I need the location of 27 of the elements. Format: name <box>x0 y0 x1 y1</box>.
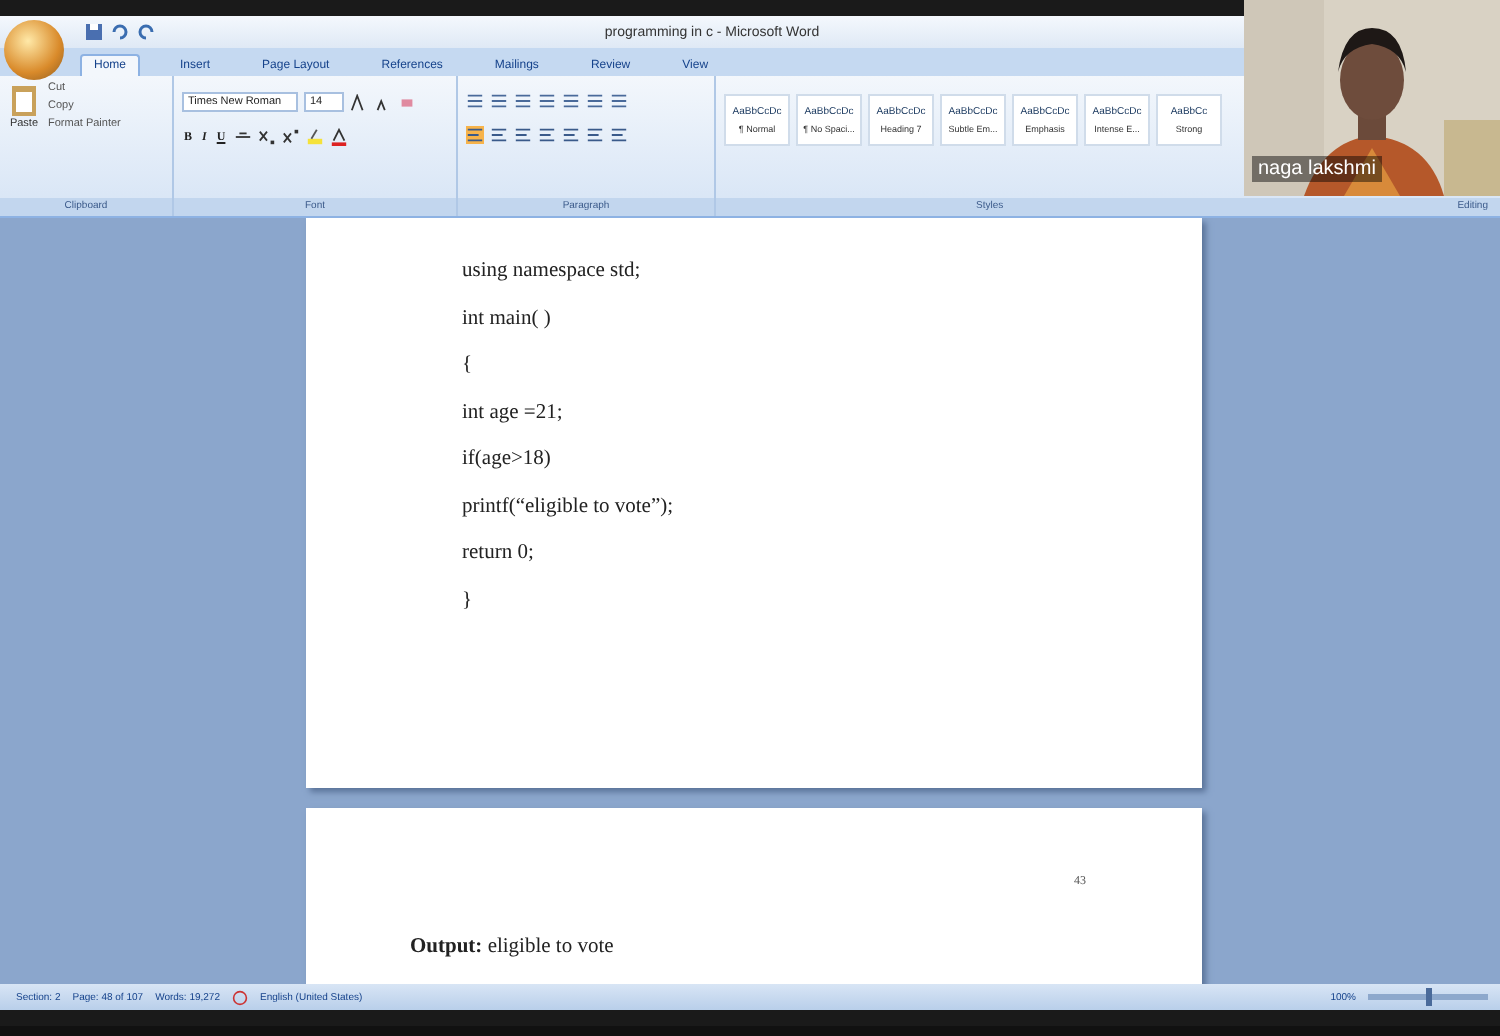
zoom-slider-track[interactable] <box>1368 994 1488 1000</box>
participant-name: naga lakshmi <box>1252 156 1382 182</box>
redo-icon[interactable] <box>136 22 156 42</box>
undo-icon[interactable] <box>110 22 130 42</box>
superscript-icon[interactable] <box>281 128 300 146</box>
justify-icon[interactable] <box>538 126 556 144</box>
font-color-icon[interactable] <box>329 128 348 146</box>
code-line: printf(“eligible to vote”); <box>462 493 676 521</box>
code-line: using namespace std; <box>462 258 643 286</box>
code-line: { <box>462 352 475 380</box>
highlight-icon[interactable] <box>305 128 324 146</box>
clipboard-icon <box>8 82 40 118</box>
output-text: Output: eligible to vote <box>410 936 614 958</box>
office-button[interactable] <box>4 20 64 80</box>
proofing-icon[interactable] <box>232 989 248 1005</box>
center-icon[interactable] <box>490 126 508 144</box>
code-line: } <box>462 587 475 615</box>
align-right-icon[interactable] <box>514 126 532 144</box>
align-left-icon[interactable] <box>466 126 484 144</box>
code-line: int age =21; <box>462 399 565 427</box>
save-icon[interactable] <box>84 22 104 42</box>
subscript-icon[interactable] <box>257 128 276 146</box>
code-line: int main( ) <box>462 305 553 333</box>
grow-font-icon[interactable] <box>350 93 368 111</box>
zoom-slider-thumb[interactable] <box>1426 988 1432 1006</box>
code-line: return 0; <box>462 540 536 568</box>
code-line: if(age>18) <box>462 446 553 474</box>
